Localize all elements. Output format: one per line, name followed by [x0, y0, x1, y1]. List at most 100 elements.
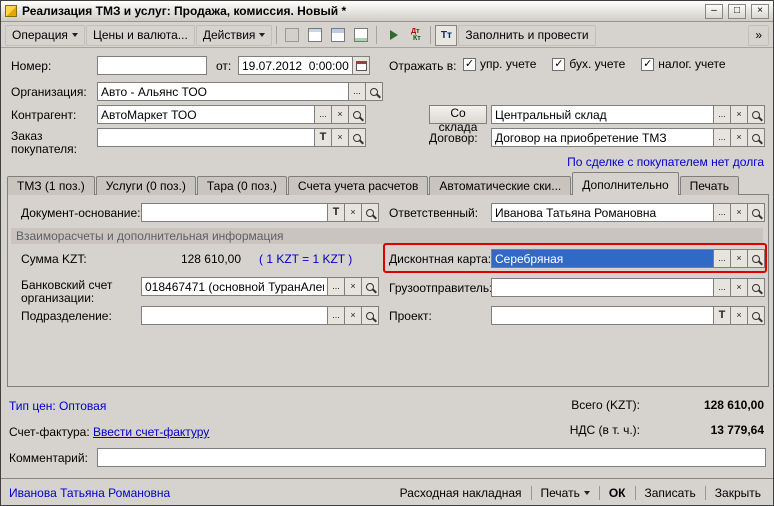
tab-auto-discounts[interactable]: Автоматические ски... [429, 176, 571, 195]
toolbar-separator [276, 26, 277, 44]
search-icon [366, 209, 374, 217]
search-button[interactable] [748, 278, 765, 297]
search-button[interactable] [748, 128, 765, 147]
actions-menu-button[interactable]: Действия [196, 25, 273, 46]
checkbox-management-accounting[interactable]: ✓ упр. учете [463, 57, 536, 71]
clear-button[interactable]: × [731, 249, 748, 268]
warehouse-input[interactable] [491, 105, 714, 124]
operation-menu-button[interactable]: Операция [5, 25, 85, 46]
search-button[interactable] [748, 203, 765, 222]
clear-button[interactable]: × [731, 105, 748, 124]
calendar-button[interactable] [353, 56, 370, 75]
check-document-icon [354, 28, 368, 42]
date-input[interactable] [238, 56, 353, 75]
search-button[interactable] [366, 82, 383, 101]
date-label: от: [216, 59, 231, 73]
chevron-down-icon [72, 33, 78, 37]
window-close-button[interactable]: × [751, 4, 769, 19]
search-icon [752, 134, 760, 142]
tab-additional[interactable]: Дополнительно [572, 172, 678, 195]
text-edit-button[interactable]: T [328, 203, 345, 222]
posting-result-button[interactable]: Дт Кт [404, 25, 426, 46]
tab-services[interactable]: Услуги (0 поз.) [96, 176, 196, 195]
chevron-down-icon [259, 33, 265, 37]
clear-button[interactable]: × [731, 278, 748, 297]
customer-debt-link[interactable]: По сделке с покупателем нет долга [567, 155, 764, 169]
document-journal-button[interactable] [304, 25, 326, 46]
clear-button[interactable]: × [731, 128, 748, 147]
base-document-input[interactable] [141, 203, 328, 222]
close-button[interactable]: Закрыть [711, 484, 765, 502]
comment-input[interactable] [97, 448, 766, 467]
checkbox-tax-accounting[interactable]: ✓ налог. учете [641, 57, 725, 71]
choose-button[interactable]: ... [315, 105, 332, 124]
tab-print[interactable]: Печать [680, 176, 739, 195]
fill-and-post-label: Заполнить и провести [465, 28, 588, 42]
contractor-input[interactable] [97, 105, 315, 124]
search-button[interactable] [362, 306, 379, 325]
total-value: 128 610,00 [654, 398, 764, 412]
choose-button[interactable]: ... [328, 306, 345, 325]
contract-input[interactable] [491, 128, 714, 147]
tab-settlement-accounts[interactable]: Счета учета расчетов [288, 176, 428, 195]
fill-and-post-button[interactable]: Заполнить и провести [458, 25, 595, 46]
search-button[interactable] [748, 249, 765, 268]
choose-button[interactable]: ... [714, 249, 731, 268]
clear-button[interactable]: × [731, 203, 748, 222]
document-list-button[interactable] [327, 25, 349, 46]
organization-input[interactable] [97, 82, 349, 101]
choose-button[interactable]: ... [714, 128, 731, 147]
prices-currency-button[interactable]: Цены и валюта... [86, 25, 195, 46]
discount-card-input[interactable] [491, 249, 714, 268]
text-edit-button[interactable]: T [714, 306, 731, 325]
clear-button[interactable]: × [345, 277, 362, 296]
checkbox-label: налог. учете [658, 57, 725, 71]
titlebar: Реализация ТМЗ и услуг: Продажа, комисси… [1, 1, 773, 22]
choose-button[interactable]: ... [714, 105, 731, 124]
expense-note-button[interactable]: Расходная накладная [396, 484, 526, 502]
responsible-input[interactable] [491, 203, 714, 222]
tab-tmz[interactable]: ТМЗ (1 поз.) [7, 176, 95, 195]
choose-button[interactable]: ... [714, 278, 731, 297]
clear-button[interactable]: × [332, 105, 349, 124]
warehouse-toggle-button[interactable]: Со склада [429, 105, 487, 124]
search-button[interactable] [349, 128, 366, 147]
project-input[interactable] [491, 306, 714, 325]
ok-button[interactable]: ОК [605, 484, 630, 502]
search-button[interactable] [349, 105, 366, 124]
go-to-button[interactable] [381, 25, 403, 46]
division-input[interactable] [141, 306, 328, 325]
print-menu-button[interactable]: Печать [537, 484, 594, 502]
write-button[interactable]: Записать [641, 484, 700, 502]
copy-document-button[interactable] [281, 25, 303, 46]
check-document-button[interactable] [350, 25, 372, 46]
clear-button[interactable]: × [345, 306, 362, 325]
toolbar-overflow-button[interactable]: » [748, 25, 769, 46]
consignor-input[interactable] [491, 278, 714, 297]
search-icon [353, 111, 361, 119]
footer-toggle-button[interactable]: Тт [435, 25, 457, 46]
checkbox-accounting[interactable]: ✓ бух. учете [552, 57, 625, 71]
text-edit-button[interactable]: T [315, 128, 332, 147]
clear-button[interactable]: × [345, 203, 362, 222]
window-maximize-button[interactable]: □ [728, 4, 746, 19]
responsible-user-link[interactable]: Иванова Татьяна Романовна [9, 486, 170, 500]
search-button[interactable] [748, 105, 765, 124]
operation-label: Операция [12, 28, 68, 42]
customer-order-input[interactable] [97, 128, 315, 147]
search-button[interactable] [362, 277, 379, 296]
price-type-link[interactable]: Тип цен: Оптовая [9, 399, 106, 413]
tab-tare[interactable]: Тара (0 поз.) [197, 176, 287, 195]
choose-button[interactable]: ... [714, 203, 731, 222]
total-row: Всего (KZT): 128 610,00 [571, 398, 764, 412]
number-input[interactable] [97, 56, 207, 75]
search-button[interactable] [748, 306, 765, 325]
enter-invoice-link[interactable]: Ввести счет-фактуру [93, 425, 209, 439]
clear-button[interactable]: × [332, 128, 349, 147]
choose-button[interactable]: ... [328, 277, 345, 296]
choose-button[interactable]: ... [349, 82, 366, 101]
search-button[interactable] [362, 203, 379, 222]
window-minimize-button[interactable]: – [705, 4, 723, 19]
bank-account-input[interactable] [141, 277, 328, 296]
clear-button[interactable]: × [731, 306, 748, 325]
